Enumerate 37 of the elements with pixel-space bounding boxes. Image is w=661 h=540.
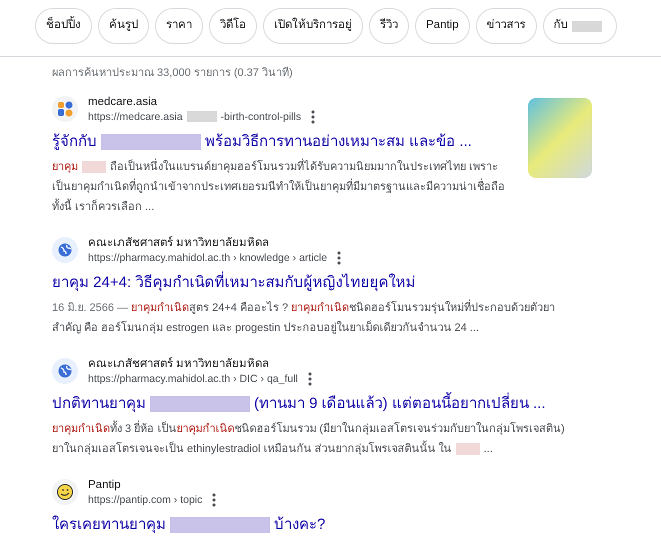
result-title[interactable]: รู้จักกับ พร้อมวิธีการทานอย่างเหมาะสม และข้อ ...: [52, 126, 472, 156]
more-options-icon[interactable]: [308, 372, 312, 386]
filter-chip[interactable]: Pantip: [415, 8, 470, 44]
more-options-icon[interactable]: [337, 251, 342, 265]
result-snippet: ยาคุม ถือเป็นหนึ่งในแบรนด์ยาคุมฮอร์โมนรวมที่ได้รับความนิยมมากในประเทศไทย เพราะเป็นยาคุมกำเนิดที่ถูกนำเข้าจากประเทศเยอรมนีทำให้เป็นยาคุมที่มีมาตรฐานและมีความน่าเชื่อถือ ทั้งนี้ เราก็ควรเลือก ...: [52, 158, 506, 214]
filter-chip[interactable]: รีวิว: [369, 8, 409, 44]
result-url[interactable]: https://pharmacy.mahidol.ac.th › DIC › qa_full: [88, 372, 298, 386]
site-name: Pantip: [88, 478, 122, 492]
redaction-block: [186, 111, 217, 122]
filter-chip[interactable]: ราคา: [155, 8, 203, 44]
smiley-icon: [52, 479, 78, 505]
result-snippet: 16 มิ.ย. 2566 — ยาคุมกำเนิดสูตร 24+4 คืออะไร ? ยาคุมกำเนิดชนิดฮอร์โมนรวมรุ่นใหม่ที่ประกอบด้วยตัวยาสำคัญ คือ ฮอร์โมนกลุ่ม estrogen และ progestin ประกอบอยู่ในยาเม็ดเดียวกันจำนวน 24 ...: [52, 298, 556, 336]
result-url[interactable]: https://pharmacy.mahidol.ac.th › knowledge › article: [88, 250, 328, 266]
result-snippet: ยาคุมกำเนิดทั้ง 3 ยี่ห้อ เป็นยาคุมกำเนิดชนิดฮอร์โมนรวม (มียาในกลุ่มเอสโตรเจนร่วมกับยาในกลุ่มโพรเจสติน) ยาในกลุ่มเอสโตรเจนจะเป็น ethinylestradiol เหมือนกัน ส่วนยากลุ่มโพรเจสตินนั้น ใน ...: [52, 420, 566, 457]
filter-chip[interactable]: ค้นรูป: [98, 8, 149, 44]
globe-icon: [52, 358, 78, 384]
result-title[interactable]: ยาคุม 24+4: วิธีคุมกำเนิดที่เหมาะสมกับผู้หญิงไทยยุคใหม่: [52, 268, 416, 298]
filter-chip[interactable]: วิดีโอ: [209, 8, 257, 44]
result-url[interactable]: https://pantip.com › topic: [88, 492, 202, 508]
redaction-block: [82, 160, 106, 173]
more-options-icon[interactable]: [311, 110, 316, 124]
result-stats: ผลการค้นหาประมาณ 33,000 รายการ (0.37 วินาที): [52, 66, 294, 81]
redaction-block: [572, 20, 602, 32]
more-options-icon[interactable]: [212, 493, 216, 507]
filter-chip[interactable]: ช็อปปิ้ง: [35, 8, 92, 44]
result-url[interactable]: https://medcare.asia -birth-control-pills: [88, 110, 302, 124]
filter-chip[interactable]: เปิดให้บริการอยู่: [263, 8, 363, 44]
filter-chip[interactable]: ข่าวสาร: [476, 8, 537, 44]
site-name: คณะเภสัชศาสตร์ มหาวิทยาลัยมหิดล: [88, 234, 270, 250]
filter-chip[interactable]: กับ: [542, 8, 617, 44]
globe-icon: [52, 237, 78, 263]
pill-logo-icon: [52, 96, 78, 122]
result-title[interactable]: ใครเคยทานยาคุม บ้างคะ?: [52, 510, 326, 540]
site-name: medcare.asia: [88, 94, 158, 110]
redaction-block: [456, 442, 480, 455]
result-title[interactable]: ปกติทานยาคุม (ทานมา 9 เดือนแล้ว) แต่ตอนนี้อยากเปลี่ยน ...: [52, 388, 546, 418]
site-name: คณะเภสัชศาสตร์ มหาวิทยาลัยมหิดล: [88, 356, 270, 372]
